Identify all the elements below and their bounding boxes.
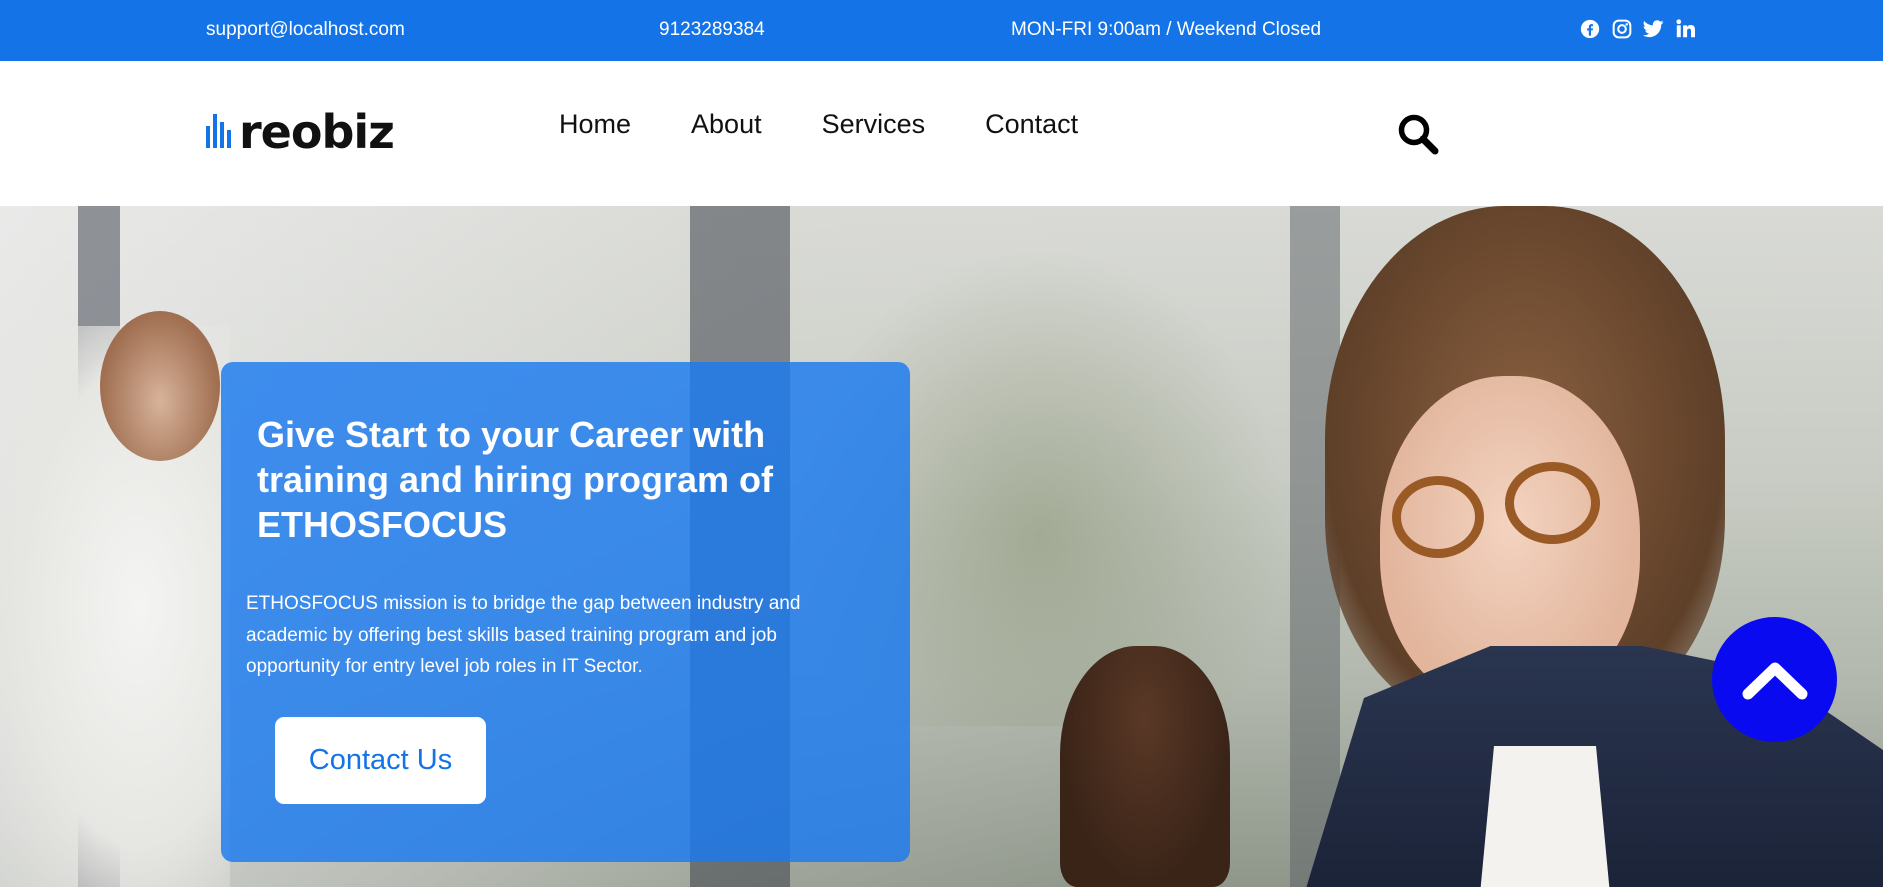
site-header: reobiz Home About Services Contact — [0, 61, 1883, 206]
main-nav: Home About Services Contact — [559, 109, 1078, 140]
hero-card: Give Start to your Career with training … — [221, 362, 910, 862]
nav-contact[interactable]: Contact — [985, 109, 1078, 140]
social-links — [1579, 18, 1696, 39]
scroll-to-top-button[interactable] — [1712, 617, 1837, 742]
contact-us-button[interactable]: Contact Us — [275, 717, 486, 804]
site-logo[interactable]: reobiz — [206, 105, 395, 159]
hero-banner: Give Start to your Career with training … — [0, 206, 1883, 887]
logo-bars-icon — [206, 114, 231, 148]
twitter-icon[interactable] — [1643, 18, 1664, 39]
hero-heading: Give Start to your Career with training … — [257, 414, 773, 545]
logo-wordmark: reobiz — [239, 105, 395, 159]
instagram-icon[interactable] — [1611, 18, 1632, 39]
support-email[interactable]: support@localhost.com — [206, 19, 405, 41]
nav-services[interactable]: Services — [822, 109, 926, 140]
hero-description: ETHOSFOCUS mission is to bridge the gap … — [246, 593, 801, 677]
nav-about[interactable]: About — [691, 109, 762, 140]
top-contact-bar: support@localhost.com 9123289384 MON-FRI… — [0, 0, 1883, 61]
facebook-icon[interactable] — [1579, 18, 1600, 39]
business-hours: MON-FRI 9:00am / Weekend Closed — [1011, 19, 1322, 40]
support-phone[interactable]: 9123289384 — [659, 19, 765, 41]
nav-home[interactable]: Home — [559, 109, 631, 140]
search-icon[interactable] — [1396, 112, 1440, 156]
linkedin-icon[interactable] — [1675, 18, 1696, 39]
chevron-up-icon — [1742, 662, 1807, 699]
